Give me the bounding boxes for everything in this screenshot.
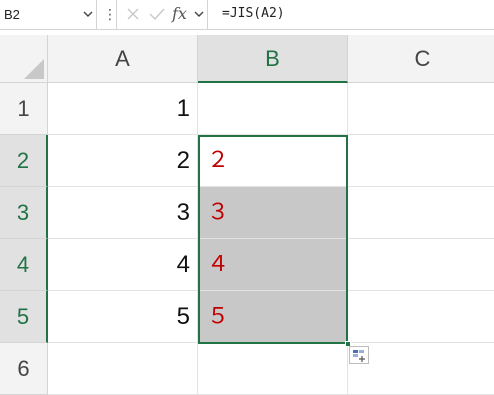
cell-b5[interactable]: ５ (198, 291, 348, 343)
select-all-corner[interactable] (0, 35, 48, 83)
cell-b6[interactable] (198, 343, 348, 395)
formula-bar: B2 ⋮ fx =JIS(A2) (0, 0, 494, 30)
chevron-down-icon[interactable] (193, 8, 205, 20)
formula-text: =JIS(A2) (222, 6, 285, 21)
row-header-2[interactable]: 2 (0, 135, 48, 187)
formula-input[interactable]: =JIS(A2) (210, 0, 494, 29)
row-header-6[interactable]: 6 (0, 343, 48, 395)
cell-a6[interactable] (48, 343, 198, 395)
cell-c5[interactable] (348, 291, 494, 343)
quick-analysis-icon (353, 350, 365, 362)
cancel-icon[interactable] (125, 6, 141, 22)
cell-a1[interactable]: 1 (48, 83, 198, 135)
select-all-icon (24, 59, 44, 79)
row-header-4[interactable]: 4 (0, 239, 48, 291)
chevron-down-icon[interactable] (82, 8, 94, 20)
column-header-a[interactable]: A (48, 35, 198, 83)
name-box-value: B2 (4, 7, 20, 22)
column-header-c[interactable]: C (348, 35, 494, 83)
insert-function-icon[interactable]: fx (172, 4, 187, 23)
cell-b2[interactable]: ２ (198, 135, 348, 187)
cell-b4[interactable]: ４ (198, 239, 348, 291)
row-header-3[interactable]: 3 (0, 187, 48, 239)
name-box[interactable]: B2 (0, 0, 97, 29)
cell-c3[interactable] (348, 187, 494, 239)
cell-c6[interactable] (348, 343, 494, 395)
column-header-b[interactable]: B (198, 35, 348, 83)
cell-b3[interactable]: ３ (198, 187, 348, 239)
row-header-5[interactable]: 5 (0, 291, 48, 343)
cell-b1[interactable] (198, 83, 348, 135)
row-header-1[interactable]: 1 (0, 83, 48, 135)
cell-a3[interactable]: 3 (48, 187, 198, 239)
quick-analysis-button[interactable] (349, 346, 369, 364)
cell-c4[interactable] (348, 239, 494, 291)
more-options-icon[interactable]: ⋮ (103, 6, 117, 24)
cell-c2[interactable] (348, 135, 494, 187)
enter-icon[interactable] (148, 6, 166, 22)
cell-c1[interactable] (348, 83, 494, 135)
cell-a4[interactable]: 4 (48, 239, 198, 291)
cell-a5[interactable]: 5 (48, 291, 198, 343)
cell-a2[interactable]: 2 (48, 135, 198, 187)
